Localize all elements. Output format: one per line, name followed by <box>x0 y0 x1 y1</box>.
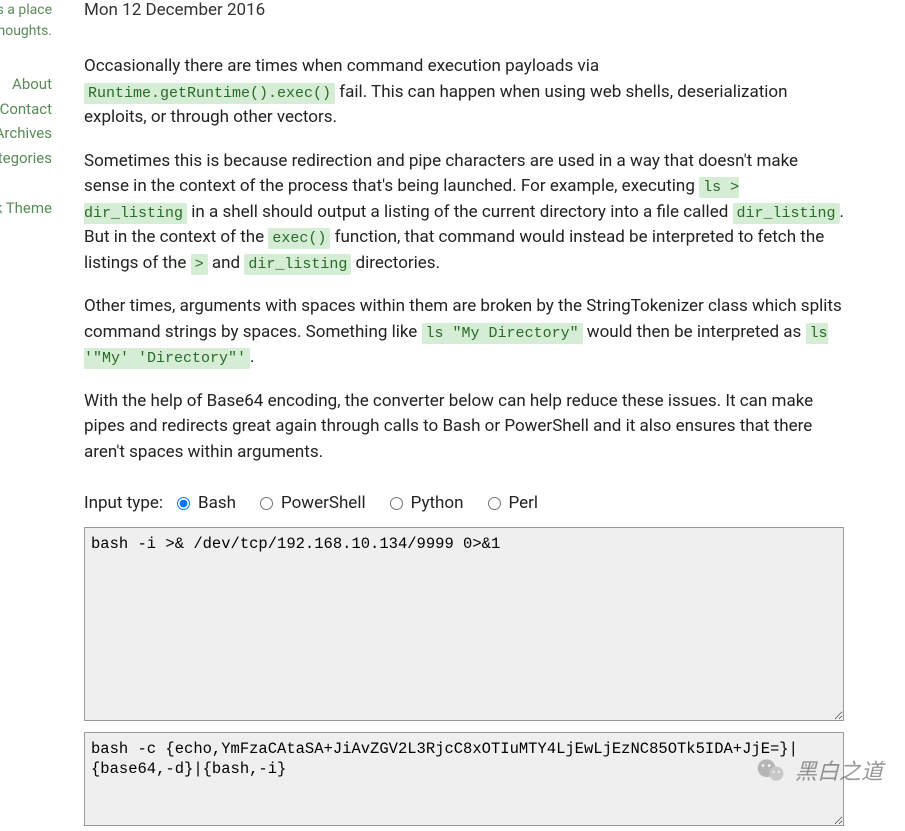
sidebar-theme: k Theme <box>0 198 52 218</box>
radio-perl[interactable] <box>488 497 501 510</box>
p3-text-c: . <box>250 347 254 367</box>
sidebar-desc-line1: is a place <box>0 2 52 18</box>
code-runtime-exec: Runtime.getRuntime().exec() <box>84 83 335 104</box>
radio-python[interactable] <box>390 497 403 510</box>
p1-text-a: Occasionally there are times when comman… <box>84 56 599 76</box>
p2-text-f: directories. <box>351 253 440 273</box>
paragraph-1: Occasionally there are times when comman… <box>84 54 846 131</box>
sidebar-desc-line2: thoughts. <box>0 23 52 39</box>
code-gt: > <box>191 254 208 275</box>
p2-text-b: in a shell should output a listing of th… <box>187 202 732 222</box>
radio-python-label[interactable]: Python <box>411 493 464 513</box>
radio-powershell[interactable] <box>260 497 273 510</box>
p2-text-a: Sometimes this is because redirection an… <box>84 151 798 197</box>
sidebar-link-contact[interactable]: Contact <box>0 97 52 122</box>
article-body: Occasionally there are times when comman… <box>84 54 846 465</box>
p3-text-b: would then be interpreted as <box>583 322 806 342</box>
paragraph-4: With the help of Base64 encoding, the co… <box>84 389 846 466</box>
sidebar-links: About Contact Archives ategories <box>0 72 52 170</box>
watermark-text: 黑白之道 <box>795 754 883 786</box>
article-date: Mon 12 December 2016 <box>84 0 846 20</box>
radio-perl-label[interactable]: Perl <box>509 493 539 513</box>
code-dir-listing-1: dir_listing <box>733 203 840 224</box>
input-type-label: Input type: <box>84 493 163 513</box>
command-input-textarea[interactable] <box>84 527 844 721</box>
code-exec: exec() <box>268 228 330 249</box>
radio-powershell-label[interactable]: PowerShell <box>281 493 366 513</box>
watermark: 黑白之道 <box>755 754 883 786</box>
radio-bash-label[interactable]: Bash <box>198 493 236 513</box>
theme-toggle-link[interactable]: k Theme <box>0 199 52 217</box>
paragraph-2: Sometimes this is because redirection an… <box>84 149 846 277</box>
main-content: Mon 12 December 2016 Occasionally there … <box>84 0 846 831</box>
sidebar-link-about[interactable]: About <box>0 72 52 97</box>
sidebar-link-archives[interactable]: Archives <box>0 121 52 146</box>
sidebar: is a place thoughts. About Contact Archi… <box>0 0 52 218</box>
sidebar-description: is a place thoughts. <box>0 0 52 42</box>
command-output-textarea[interactable] <box>84 732 844 826</box>
paragraph-3: Other times, arguments with spaces withi… <box>84 294 846 371</box>
wechat-icon <box>755 754 787 786</box>
p2-text-e: and <box>208 253 245 273</box>
code-dir-listing-2: dir_listing <box>244 254 351 275</box>
input-type-row: Input type: Bash PowerShell Python Perl <box>84 493 846 513</box>
sidebar-link-categories[interactable]: ategories <box>0 146 52 171</box>
code-ls-mydir: ls "My Directory" <box>422 323 583 344</box>
radio-bash[interactable] <box>177 497 190 510</box>
